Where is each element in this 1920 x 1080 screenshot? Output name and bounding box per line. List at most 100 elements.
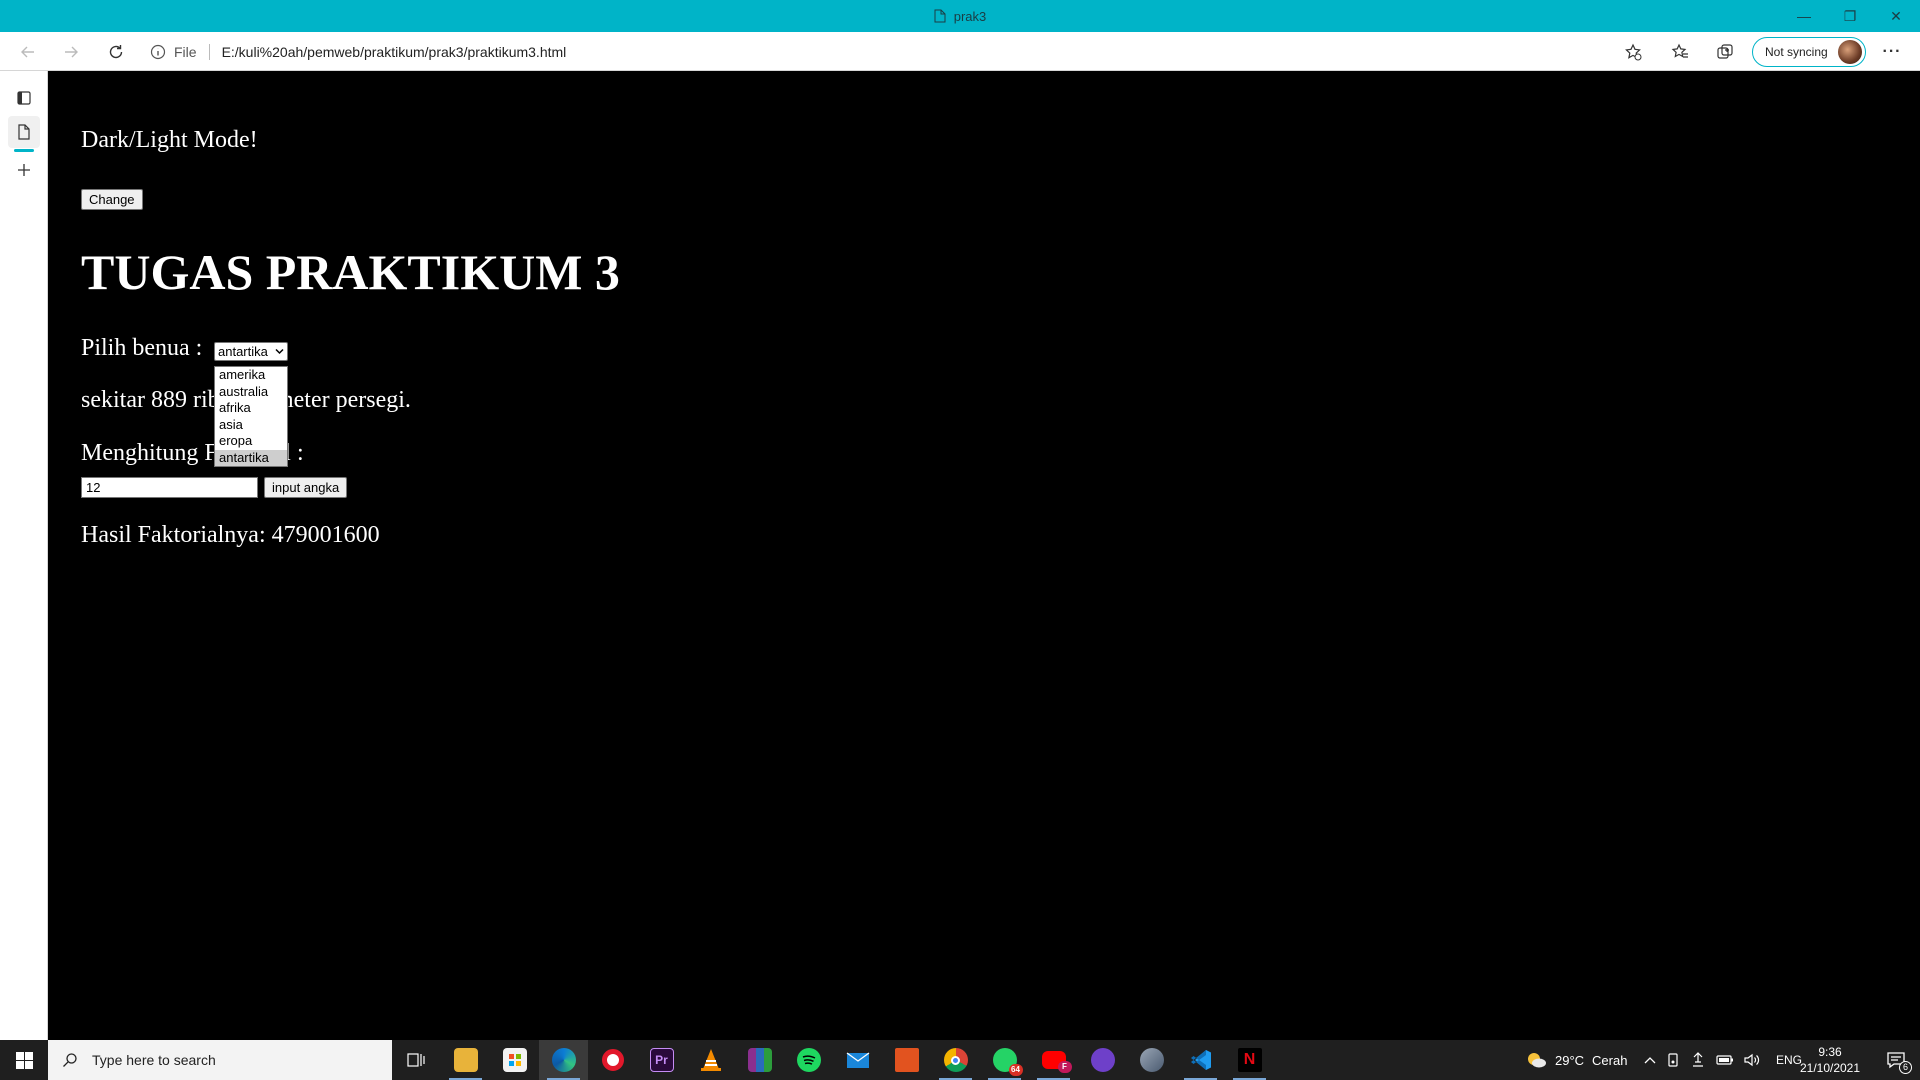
taskbar-snipping[interactable] [1127,1040,1176,1080]
weather-widget[interactable]: 29°C Cerah [1525,1040,1627,1080]
taskbar-vscode[interactable] [1176,1040,1225,1080]
taskbar-chrome[interactable] [931,1040,980,1080]
tab-actions-button[interactable] [8,82,40,114]
address-url[interactable]: E:/kuli%20ah/pemweb/praktikum/prak3/prak… [222,44,567,60]
page-content: Dark/Light Mode! Change TUGAS PRAKTIKUM … [48,71,1920,1040]
weather-desc: Cerah [1592,1052,1628,1068]
benua-option-asia[interactable]: asia [215,417,287,434]
plus-icon [18,164,30,176]
number-input[interactable]: 12 [81,477,258,498]
start-button[interactable] [0,1040,48,1080]
benua-select[interactable]: antartika [214,342,288,361]
input-angka-button[interactable]: input angka [264,477,348,498]
premiere-icon: Pr [649,1048,674,1072]
favorites-icon [1671,43,1688,58]
vscode-icon [1190,1050,1211,1070]
clock[interactable]: 9:36 21/10/2021 [1790,1044,1870,1076]
info-icon[interactable] [150,44,166,60]
document-icon [18,124,30,140]
forward-arrow-icon [65,46,78,58]
change-mode-button[interactable]: Change [81,189,143,210]
address-scheme: File [174,44,210,60]
store-icon [502,1048,527,1072]
battery-icon[interactable] [1716,1054,1734,1066]
network-icon[interactable] [1690,1052,1706,1068]
windows-logo-icon [15,1051,33,1069]
window-title-text: prak3 [953,8,987,24]
add-favorite-button[interactable] [1617,36,1649,68]
document-icon [934,9,946,23]
taskbar-whatsapp[interactable]: 64 [980,1040,1029,1080]
taskbar-mail[interactable] [833,1040,882,1080]
benua-dropdown-list: amerika australia afrika asia eropa antartika [214,366,288,467]
benua-option-eropa[interactable]: eropa [215,433,287,450]
taskbar-netflix[interactable]: N [1225,1040,1274,1080]
window-titlebar: prak3 — ❐ ✕ [0,0,1920,32]
taskbar-spotify[interactable] [784,1040,833,1080]
taskbar-edge[interactable] [539,1040,588,1080]
avatar [1838,40,1862,64]
vlc-cone-icon [700,1049,721,1071]
chevron-down-icon [275,348,284,355]
archive-icon [747,1048,772,1072]
back-button[interactable] [12,36,44,68]
address-bar[interactable]: File E:/kuli%20ah/pemweb/praktikum/prak3… [150,37,1650,67]
youtube-icon: F [1041,1051,1072,1073]
minimize-button[interactable]: — [1781,0,1827,32]
refresh-button[interactable] [100,36,132,68]
favorites-button[interactable] [1664,36,1696,68]
benua-option-antartika[interactable]: antartika [215,449,287,466]
taskbar-winrar[interactable] [735,1040,784,1080]
taskbar-store[interactable] [490,1040,539,1080]
new-tab-button[interactable] [8,154,40,186]
system-tray: ENG [1644,1040,1802,1080]
star-add-icon [1625,43,1642,61]
notification-center-button[interactable]: 6 [1872,1040,1920,1080]
weather-temp: 29°C [1555,1052,1585,1068]
tab-panel-icon [17,91,31,105]
search-icon [63,1053,77,1067]
benua-option-australia[interactable]: australia [215,384,287,401]
restore-button[interactable]: ❐ [1827,0,1873,32]
taskbar-office[interactable] [882,1040,931,1080]
task-view-icon [406,1053,425,1067]
task-view-button[interactable] [392,1040,441,1080]
benua-label: Pilih benua : [81,335,203,361]
settings-more-button[interactable]: ··· [1876,36,1908,68]
chevron-up-icon[interactable] [1644,1056,1656,1064]
collections-button[interactable] [1709,36,1741,68]
opera-icon [601,1049,624,1071]
taskbar-file-explorer[interactable] [441,1040,490,1080]
taskbar-vlc[interactable] [686,1040,735,1080]
taskbar-premiere[interactable]: Pr [637,1040,686,1080]
clock-date: 21/10/2021 [1799,1061,1861,1075]
whatsapp-icon: 64 [992,1048,1023,1076]
sync-label: Not syncing [1765,45,1828,59]
device-icon[interactable] [1666,1052,1680,1068]
restore-icon: ❐ [1843,7,1857,24]
github-icon [1090,1048,1115,1072]
close-window-button[interactable]: ✕ [1873,0,1919,32]
taskbar-opera[interactable] [588,1040,637,1080]
forward-button[interactable] [55,36,87,68]
window-title: prak3 [0,0,1920,32]
chrome-icon [943,1048,968,1072]
close-icon: ✕ [1890,7,1902,24]
taskbar-search[interactable]: Type here to search [48,1040,392,1080]
taskbar: Type here to search Pr 64 F N 29°C Cerah… [0,1040,1920,1080]
weather-sun-cloud-icon [1528,1053,1546,1068]
youtube-badge: F [1057,1061,1072,1073]
browser-toolbar: File E:/kuli%20ah/pemweb/praktikum/prak3… [0,32,1920,71]
minimize-icon: — [1797,8,1811,24]
taskbar-youtube[interactable]: F [1029,1040,1078,1080]
more-icon: ··· [1882,43,1902,60]
benua-option-afrika[interactable]: afrika [215,400,287,417]
benua-option-amerika[interactable]: amerika [215,367,287,384]
refresh-icon [109,45,123,59]
taskbar-github[interactable] [1078,1040,1127,1080]
profile-sync-button[interactable]: Not syncing [1752,37,1866,67]
volume-icon[interactable] [1744,1053,1760,1067]
tab-prak3[interactable] [8,116,40,152]
folder-icon [453,1048,478,1072]
vertical-tabs-sidebar [0,71,48,1040]
